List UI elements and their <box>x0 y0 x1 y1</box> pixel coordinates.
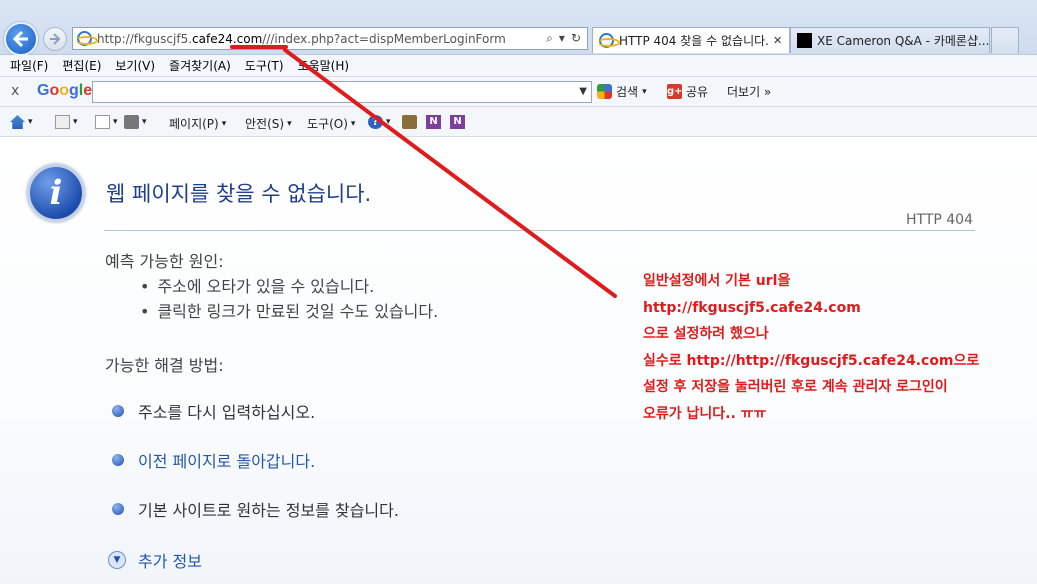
tab-http-404[interactable]: HTTP 404 찾을 수 없습니다. ✕ <box>592 27 790 53</box>
command-bar: ▾ ▾ ▾ ▾ 페이지(P) ▾ 안전(S) ▾ 도구(O) ▾ ? ▾ N N <box>0 107 1037 137</box>
menu-edit[interactable]: 편집(E) <box>62 57 101 74</box>
bullet-icon <box>112 503 124 515</box>
toolbar-close-button[interactable]: x <box>11 83 19 99</box>
solution-retype: 주소를 다시 입력하십시오. <box>112 399 315 423</box>
back-button[interactable] <box>4 22 38 56</box>
feeds-button[interactable]: ▾ <box>55 115 78 129</box>
chevron-down-icon[interactable]: ▼ <box>579 86 587 97</box>
onenote-linked-button[interactable]: N <box>450 115 465 129</box>
new-tab-button[interactable] <box>991 27 1019 53</box>
tab-xe-cameron[interactable]: XE Cameron Q&A - 카메론샵... <box>790 27 990 53</box>
google-logo: Google <box>37 82 93 99</box>
google-more-button[interactable]: 더보기 » <box>727 83 771 100</box>
address-input[interactable]: http://fkguscjf5.cafe24.com///index.php?… <box>72 27 588 50</box>
refresh-icon[interactable]: ↻ <box>571 31 581 46</box>
causes-list: 주소에 오타가 있을 수 있습니다. 클릭한 링크가 만료된 것일 수도 있습니… <box>140 274 438 324</box>
google-search-button[interactable]: 검색 ▾ <box>597 83 647 100</box>
menu-view[interactable]: 보기(V) <box>115 57 155 74</box>
tab-label: XE Cameron Q&A - 카메론샵... <box>817 34 990 48</box>
chevron-down-icon[interactable]: ▾ <box>559 31 565 46</box>
search-icon[interactable]: ⌕ <box>546 31 553 46</box>
tools-menu-button[interactable]: 도구(O) ▾ <box>307 115 355 132</box>
research-button[interactable] <box>402 115 417 129</box>
menu-favorites[interactable]: 즐겨찾기(A) <box>169 57 231 74</box>
list-item: 클릭한 링크가 만료된 것일 수도 있습니다. <box>140 299 438 324</box>
more-info-toggle[interactable]: ▼ 추가 정보 <box>108 548 202 572</box>
menu-bar: 파일(F) 편집(E) 보기(V) 즐겨찾기(A) 도구(T) 도움말(H) <box>0 55 1037 77</box>
ie-tab-icon <box>597 33 620 48</box>
address-bar-row: http://fkguscjf5.cafe24.com///index.php?… <box>0 0 1037 56</box>
home-icon <box>10 115 25 129</box>
print-icon <box>124 115 139 129</box>
annotation-note: 일반설정에서 기본 url을 http://fkguscjf5.cafe24.c… <box>643 273 980 422</box>
chevron-down-icon: ▾ <box>642 86 647 97</box>
google-toolbar: x Google ▼ 검색 ▾ g+ 공유 더보기 » <box>0 77 1037 107</box>
url-text: http://fkguscjf5.cafe24.com///index.php?… <box>97 31 506 46</box>
page-menu-button[interactable]: 페이지(P) ▾ <box>169 115 226 132</box>
onenote-icon: N <box>426 115 441 129</box>
menu-help[interactable]: 도움말(H) <box>298 57 350 74</box>
causes-heading: 예측 가능한 원인: <box>105 252 224 271</box>
forward-button[interactable] <box>43 27 67 51</box>
mail-icon <box>95 115 110 129</box>
research-icon <box>402 115 417 129</box>
mail-button[interactable]: ▾ <box>95 115 118 129</box>
divider <box>104 230 975 231</box>
menu-tools[interactable]: 도구(T) <box>245 57 284 74</box>
list-item: 주소에 오타가 있을 수 있습니다. <box>140 274 438 299</box>
chevron-down-icon: ▼ <box>108 551 126 569</box>
solution-go-back-link[interactable]: 이전 페이지로 돌아갑니다. <box>112 448 315 472</box>
site-favicon-icon <box>797 33 812 48</box>
info-icon: i <box>27 164 85 222</box>
back-arrow-icon <box>12 30 28 48</box>
onenote-button[interactable]: N <box>426 115 441 129</box>
close-icon[interactable]: ✕ <box>773 34 782 47</box>
bullet-icon <box>112 454 124 466</box>
home-button[interactable]: ▾ <box>10 115 33 129</box>
rss-icon <box>55 115 70 129</box>
google-icon <box>597 84 612 99</box>
google-plus-icon: g+ <box>667 84 683 99</box>
help-button[interactable]: ? ▾ <box>368 115 391 129</box>
google-search-input[interactable]: ▼ <box>92 81 592 103</box>
ie-page-icon <box>75 31 98 46</box>
page-title: 웹 페이지를 찾을 수 없습니다. <box>106 182 372 206</box>
safety-menu-button[interactable]: 안전(S) ▾ <box>245 115 292 132</box>
bullet-icon <box>112 405 124 417</box>
http-status-code: HTTP 404 <box>906 212 973 228</box>
google-share-button[interactable]: g+ 공유 <box>667 83 708 100</box>
tab-label: HTTP 404 찾을 수 없습니다. <box>619 34 769 48</box>
onenote-linked-icon: N <box>450 115 465 129</box>
print-button[interactable]: ▾ <box>124 115 147 129</box>
solution-main-site: 기본 사이트로 원하는 정보를 찾습니다. <box>112 497 399 521</box>
forward-arrow-icon <box>50 33 61 45</box>
solutions-heading: 가능한 해결 방법: <box>105 356 224 375</box>
help-icon: ? <box>368 115 383 129</box>
menu-file[interactable]: 파일(F) <box>10 57 48 74</box>
address-controls: ⌕ ▾ ↻ <box>546 31 581 46</box>
